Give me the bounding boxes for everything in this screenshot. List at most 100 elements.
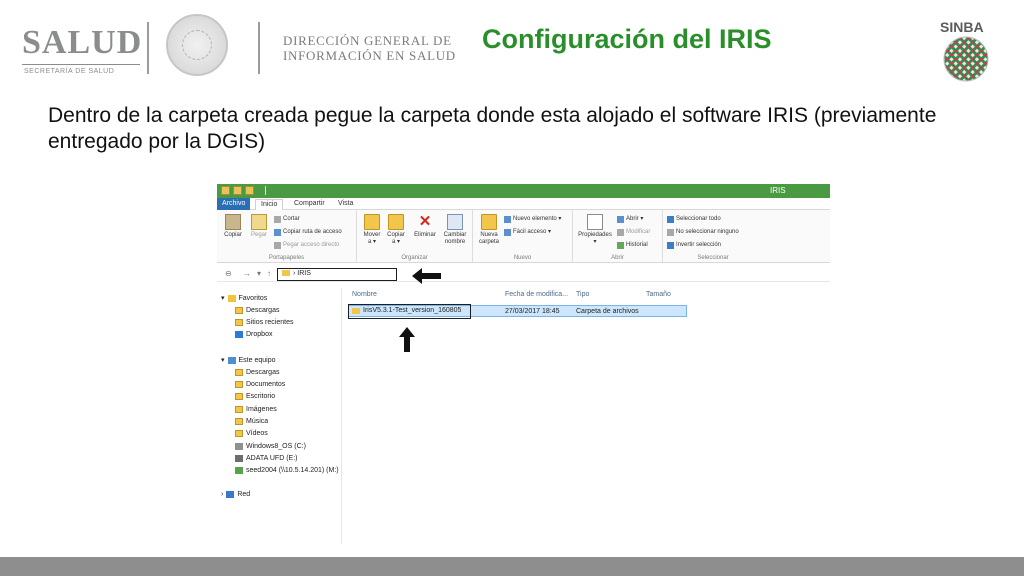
nav-musica[interactable]: Música [235, 418, 268, 425]
window-title: IRIS [770, 186, 786, 195]
column-tamano[interactable]: Tamaño [646, 291, 671, 298]
modificar-button[interactable]: Modificar [617, 229, 650, 236]
ribbon: Copiar Pegar Cortar Copiar ruta de acces… [217, 210, 830, 263]
salud-logo: SALUD SECRETARÍA DE SALUD [22, 24, 143, 75]
file-type: Carpeta de archivos [576, 308, 639, 315]
nav-este-equipo[interactable]: ▾ Este equipo [221, 356, 276, 364]
network-drive-icon [235, 467, 243, 474]
address-bar[interactable]: › IRIS [277, 268, 397, 281]
copy-to-icon [388, 214, 404, 230]
group-nuevo: Nueva carpeta Nuevo elemento ▾ Fácil acc… [473, 210, 573, 263]
new-folder-icon[interactable] [245, 186, 254, 195]
salud-logo-rule [22, 64, 140, 65]
salud-logo-text: SALUD [22, 24, 143, 61]
pegar-button[interactable]: Pegar [247, 214, 271, 239]
nav-windows-drive[interactable]: Windows8_OS (C:) [235, 443, 306, 450]
nav-documentos[interactable]: Documentos [235, 381, 285, 388]
scissors-icon [274, 216, 281, 223]
abrir-label: Abrir ▾ [626, 216, 644, 222]
nav-label: ADATA UFD (E:) [246, 455, 298, 462]
forward-arrow-icon[interactable]: → [243, 269, 251, 278]
file-name: IrisV5.3.1-Test_version_160805 [363, 307, 462, 314]
nuevo-elemento-button[interactable]: Nuevo elemento ▾ [504, 216, 561, 223]
select-none-icon [667, 229, 674, 236]
downloads-folder-icon [235, 307, 243, 314]
quick-access-toolbar [221, 186, 266, 195]
group-portapapeles: Copiar Pegar Cortar Copiar ruta de acces… [217, 210, 357, 263]
cambiar-nombre-button[interactable]: Cambiar nombre [440, 214, 470, 246]
explorer-titlebar: IRIS [217, 184, 830, 198]
nav-label: Red [237, 491, 251, 498]
tab-vista[interactable]: Vista [333, 199, 358, 210]
nav-network-drive[interactable]: seed2004 (\\10.5.14.201) (M:) [235, 467, 339, 474]
mexico-seal-icon [166, 14, 228, 76]
chevron-down-icon: ▾ [221, 357, 225, 364]
group-label-abrir: Abrir [611, 255, 624, 261]
properties-icon[interactable] [233, 186, 242, 195]
nav-label: Favoritos [238, 294, 268, 302]
mover-label: Mover [363, 232, 381, 238]
new-item-icon [504, 216, 511, 223]
documents-folder-icon [235, 381, 243, 388]
seleccionar-todo-button[interactable]: Seleccionar todo [667, 216, 721, 223]
nav-sitios-recientes[interactable]: Sitios recientes [235, 319, 293, 326]
edit-icon [617, 229, 624, 236]
videos-folder-icon [235, 430, 243, 437]
nueva-carpeta-button[interactable]: Nueva carpeta [476, 214, 502, 246]
paste-shortcut-icon [274, 242, 281, 249]
copiar-ruta-button[interactable]: Copiar ruta de acceso [274, 229, 342, 236]
eliminar-label: Eliminar [414, 232, 436, 238]
nav-label: Sitios recientes [246, 319, 294, 326]
historial-button[interactable]: Historial [617, 242, 648, 249]
nav-adata-drive[interactable]: ADATA UFD (E:) [235, 455, 297, 462]
nav-red[interactable]: › Red [221, 491, 250, 498]
propiedades-dropdown-icon: ▾ [593, 239, 597, 245]
copiar-button[interactable]: Copiar [221, 214, 245, 239]
invertir-seleccion-button[interactable]: Invertir selección [667, 242, 721, 249]
column-fecha[interactable]: Fecha de modifica... [505, 291, 568, 298]
no-seleccionar-label: No seleccionar ninguno [676, 229, 739, 235]
tab-compartir[interactable]: Compartir [289, 199, 330, 210]
cambiar-label: Cambiar [443, 232, 467, 238]
recent-places-icon [235, 319, 243, 326]
nav-descargas-pc[interactable]: Descargas [235, 369, 279, 376]
mover-label-2: a ▾ [367, 239, 376, 245]
abrir-button[interactable]: Abrir ▾ [617, 216, 643, 223]
facil-acceso-button[interactable]: Fácil acceso ▾ [504, 229, 551, 236]
slide-title: Configuración del IRIS [482, 24, 772, 54]
up-arrow-icon[interactable]: ↑ [267, 269, 271, 278]
left-arrow-icon [412, 268, 441, 284]
back-arrow-icon[interactable]: ⊖ [225, 269, 232, 278]
nav-label: Imágenes [246, 406, 277, 413]
nav-favoritos[interactable]: ▾ Favoritos [221, 294, 267, 302]
group-label-portapapeles: Portapapeles [268, 255, 305, 261]
column-tipo[interactable]: Tipo [576, 291, 589, 298]
nav-label: Música [246, 418, 269, 425]
nav-dropbox[interactable]: Dropbox [235, 331, 272, 338]
column-nombre[interactable]: Nombre [352, 291, 377, 298]
nav-descargas[interactable]: Descargas [235, 307, 279, 314]
header-divider [147, 22, 149, 74]
move-to-icon [364, 214, 380, 230]
cortar-button[interactable]: Cortar [274, 216, 300, 223]
nav-escritorio[interactable]: Escritorio [235, 393, 275, 400]
propiedades-button[interactable]: Propiedades ▾ [575, 214, 615, 246]
history-icon [617, 242, 624, 249]
open-icon [617, 216, 624, 223]
copiar-a-button[interactable]: Copiar a ▾ [384, 214, 408, 246]
pegar-acceso-button[interactable]: Pegar acceso directo [274, 242, 339, 249]
folder-icon[interactable] [221, 186, 230, 195]
cortar-label: Cortar [283, 216, 300, 222]
nav-videos[interactable]: Vídeos [235, 430, 268, 437]
highlighted-file-name[interactable]: IrisV5.3.1-Test_version_160805 [348, 304, 471, 319]
no-seleccionar-button[interactable]: No seleccionar ninguno [667, 229, 739, 236]
eliminar-button[interactable]: ✕ Eliminar [411, 214, 439, 239]
recent-dropdown-icon[interactable]: ▾ [257, 269, 261, 278]
usb-drive-icon [235, 455, 243, 462]
nav-label: Dropbox [246, 331, 273, 338]
ribbon-tabs: Archivo Inicio Compartir Vista [217, 198, 830, 210]
tab-inicio[interactable]: Inicio [255, 199, 284, 210]
mover-a-button[interactable]: Mover a ▾ [360, 214, 384, 246]
tab-archivo[interactable]: Archivo [217, 198, 251, 210]
nav-imagenes[interactable]: Imágenes [235, 406, 277, 413]
